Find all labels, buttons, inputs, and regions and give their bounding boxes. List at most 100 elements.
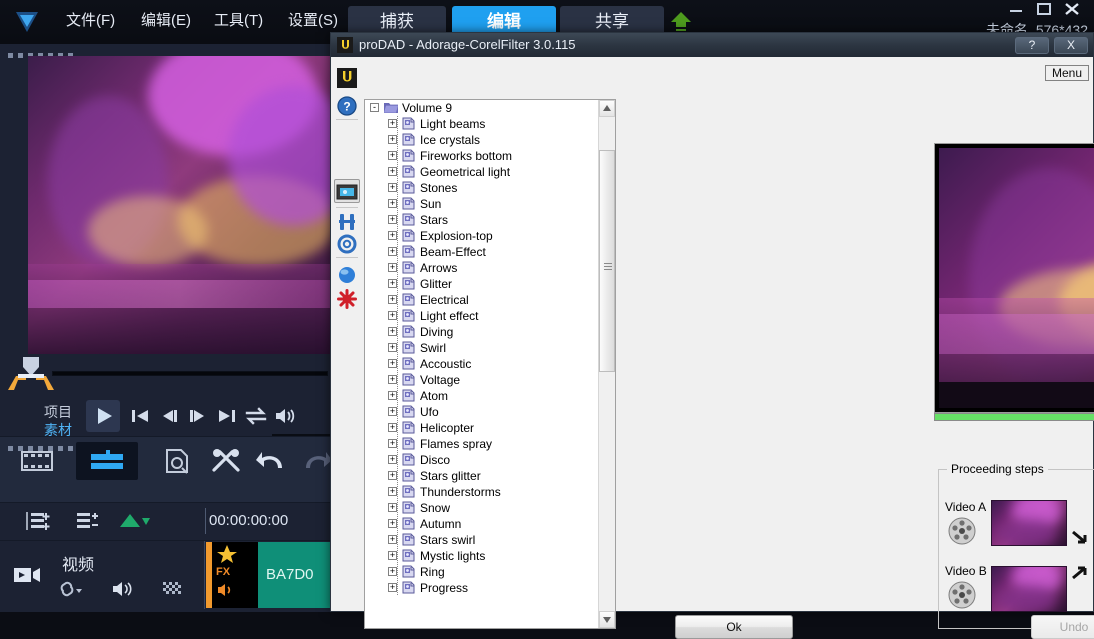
tree-item[interactable]: + Electrical [388, 292, 599, 308]
tree-item-expander[interactable]: + [388, 135, 397, 144]
tree-item[interactable]: + Disco [388, 452, 599, 468]
tree-item-expander[interactable]: + [388, 295, 397, 304]
player-project-label[interactable]: 项目 [44, 402, 72, 422]
timeline-timecode[interactable]: 00:00:00:00 [205, 508, 333, 534]
tree-item-expander[interactable]: + [388, 423, 397, 432]
tree-item[interactable]: + Explosion-top [388, 228, 599, 244]
tree-scrollbar[interactable] [598, 100, 615, 628]
tree-item-expander[interactable]: + [388, 359, 397, 368]
tree-item[interactable]: + Progress [388, 580, 599, 596]
tree-item[interactable]: + Flames spray [388, 436, 599, 452]
insert-track-icon[interactable] [24, 510, 52, 532]
preview-video-surface[interactable] [28, 56, 332, 354]
close-button[interactable] [1060, 2, 1084, 16]
tree-root-expander[interactable]: - [370, 103, 379, 112]
effect-preview-frame[interactable] [934, 143, 1094, 413]
panel-grip-dots[interactable] [8, 47, 128, 58]
track-mute-icon[interactable] [110, 579, 136, 599]
prev-frame-button[interactable] [155, 402, 183, 430]
tree-item-expander[interactable]: + [388, 439, 397, 448]
dialog-menu-button[interactable]: Menu [1045, 65, 1089, 81]
dialog-help-button[interactable]: ? [1015, 37, 1049, 54]
tree-item-expander[interactable]: + [388, 455, 397, 464]
tree-item[interactable]: + Beam-Effect [388, 244, 599, 260]
next-frame-button[interactable] [184, 402, 212, 430]
tree-item-expander[interactable]: + [388, 167, 397, 176]
tree-item[interactable]: + Thunderstorms [388, 484, 599, 500]
tree-item[interactable]: + Glitter [388, 276, 599, 292]
tree-item-expander[interactable]: + [388, 487, 397, 496]
tree-item-expander[interactable]: + [388, 551, 397, 560]
tree-item-expander[interactable]: + [388, 231, 397, 240]
tree-item[interactable]: + Helicopter [388, 420, 599, 436]
tree-item[interactable]: + Accoustic [388, 356, 599, 372]
tree-item[interactable]: + Ufo [388, 404, 599, 420]
jump-start-button[interactable] [126, 402, 154, 430]
add-track-icon[interactable] [116, 510, 150, 532]
tree-item-expander[interactable]: + [388, 583, 397, 592]
settings-gear-icon[interactable] [336, 233, 358, 255]
tree-item-expander[interactable]: + [388, 567, 397, 576]
volume-button[interactable] [271, 402, 299, 430]
tree-item[interactable]: + Stars swirl [388, 532, 599, 548]
tree-item[interactable]: + Geometrical light [388, 164, 599, 180]
menu-settings[interactable]: 设置(S) [282, 8, 344, 34]
menu-file[interactable]: 文件(F) [60, 8, 121, 34]
tree-item-expander[interactable]: + [388, 215, 397, 224]
tree-item-expander[interactable]: + [388, 199, 397, 208]
scroll-thumb[interactable] [599, 150, 615, 372]
track-link-icon[interactable] [58, 579, 84, 599]
tree-item[interactable]: + Ring [388, 564, 599, 580]
tree-item[interactable]: + Stars [388, 212, 599, 228]
tree-item[interactable]: + Fireworks bottom [388, 148, 599, 164]
play-button[interactable] [86, 400, 120, 432]
tree-item-expander[interactable]: + [388, 263, 397, 272]
menu-edit[interactable]: 编辑(E) [135, 8, 197, 34]
tree-item-expander[interactable]: + [388, 343, 397, 352]
tree-item-expander[interactable]: + [388, 503, 397, 512]
minimize-button[interactable] [1004, 2, 1028, 16]
effect-category-tree[interactable]: - Volume 9 + Light beams + Ice crystals + Fi [364, 99, 616, 629]
tree-item[interactable]: + Autumn [388, 516, 599, 532]
tree-item[interactable]: + Atom [388, 388, 599, 404]
undo-icon[interactable] [254, 444, 292, 478]
tree-root-node[interactable]: - Volume 9 [370, 100, 599, 116]
tree-item[interactable]: + Light beams [388, 116, 599, 132]
tree-item-expander[interactable]: + [388, 183, 397, 192]
tree-item-expander[interactable]: + [388, 407, 397, 416]
tree-item-expander[interactable]: + [388, 519, 397, 528]
menu-tools[interactable]: 工具(T) [208, 8, 269, 34]
adjust-icon[interactable] [336, 211, 358, 233]
jump-end-button[interactable] [213, 402, 241, 430]
storyboard-view-icon[interactable] [18, 444, 56, 478]
tree-item[interactable]: + Snow [388, 500, 599, 516]
timeline-view-icon[interactable] [88, 444, 126, 478]
video-track-icon[interactable] [12, 565, 42, 585]
trim-handles-icon[interactable] [8, 374, 54, 390]
tree-item-expander[interactable]: + [388, 375, 397, 384]
tree-item[interactable]: + Voltage [388, 372, 599, 388]
maximize-button[interactable] [1032, 2, 1056, 16]
tree-item-expander[interactable]: + [388, 311, 397, 320]
undo-button[interactable]: Undo [1031, 615, 1094, 639]
help-icon[interactable]: ? [336, 95, 358, 117]
tree-item[interactable]: + Stones [388, 180, 599, 196]
tree-item[interactable]: + Stars glitter [388, 468, 599, 484]
tree-item-expander[interactable]: + [388, 535, 397, 544]
tree-item[interactable]: + Mystic lights [388, 548, 599, 564]
tree-item-expander[interactable]: + [388, 471, 397, 480]
tree-item-expander[interactable]: + [388, 119, 397, 128]
sound-mixer-icon[interactable] [158, 444, 196, 478]
scroll-down-arrow[interactable] [599, 611, 615, 628]
track-manager-icon[interactable] [73, 510, 101, 532]
tree-item-expander[interactable]: + [388, 279, 397, 288]
ok-button[interactable]: Ok [675, 615, 793, 639]
timeline-clip[interactable]: FX BA7D0 [206, 542, 338, 608]
tree-item[interactable]: + Swirl [388, 340, 599, 356]
tree-item-expander[interactable]: + [388, 151, 397, 160]
scroll-up-arrow[interactable] [599, 100, 615, 117]
tools-icon[interactable] [208, 444, 246, 478]
track-alpha-icon[interactable] [160, 579, 186, 599]
tree-item[interactable]: + Ice crystals [388, 132, 599, 148]
adorage-logo-icon[interactable] [336, 67, 358, 89]
